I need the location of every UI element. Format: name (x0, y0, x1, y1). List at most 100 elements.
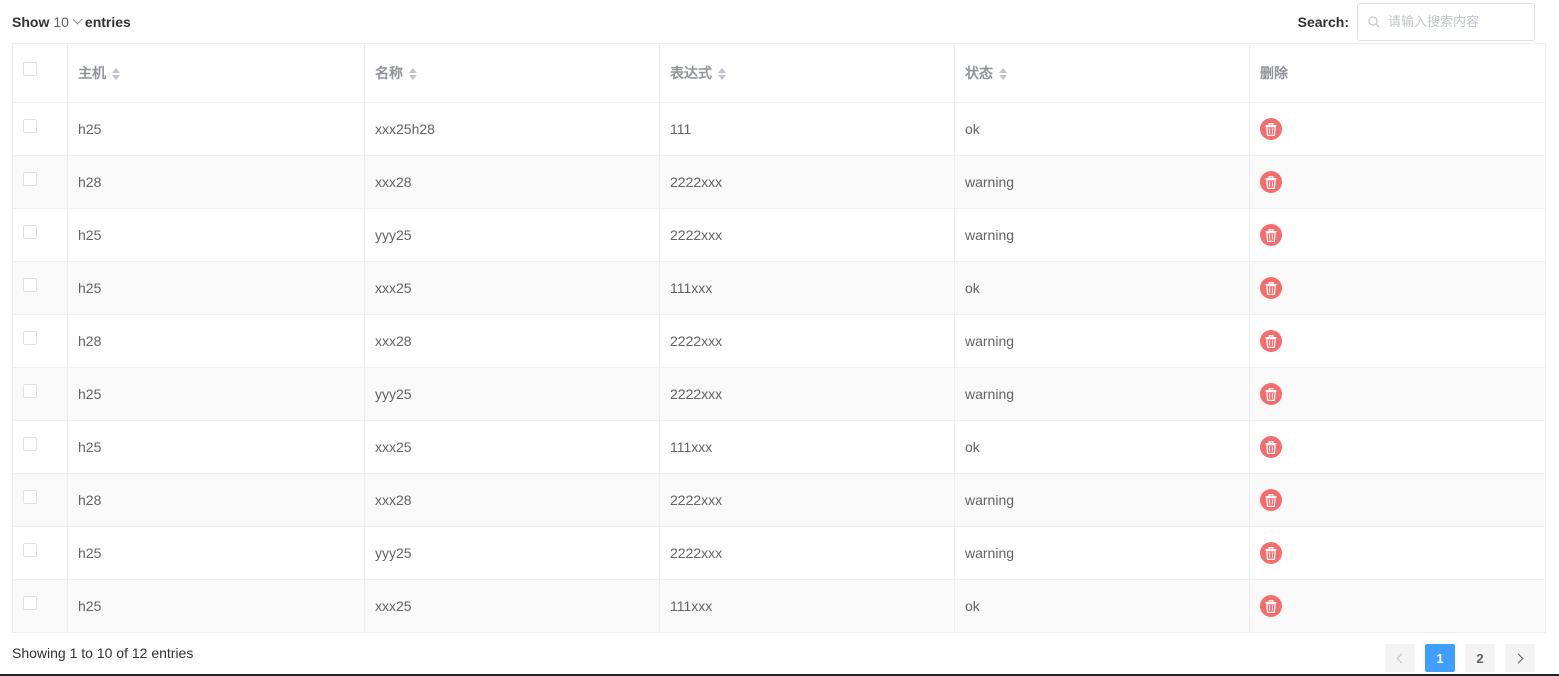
row-checkbox[interactable] (23, 119, 37, 134)
trash-icon (1265, 281, 1277, 295)
search-input[interactable] (1386, 13, 1530, 31)
table-row: h28 xxx28 2222xxx warning (12, 473, 1546, 527)
length-suffix: entries (84, 14, 131, 30)
page-button-2[interactable]: 2 (1465, 644, 1495, 672)
delete-cell (1249, 102, 1546, 156)
delete-cell (1249, 155, 1546, 209)
name-cell: xxx28 (364, 473, 660, 527)
status-cell: warning (954, 314, 1250, 368)
page-size-value: 10 (53, 14, 69, 30)
chevron-down-icon (72, 14, 83, 24)
expression-cell: 2222xxx (659, 526, 955, 580)
delete-button[interactable] (1260, 383, 1282, 405)
select-all-checkbox[interactable] (23, 62, 37, 76)
delete-cell (1249, 579, 1546, 633)
row-checkbox[interactable] (23, 384, 37, 399)
delete-cell (1249, 367, 1546, 421)
expression-cell: 2222xxx (659, 314, 955, 368)
prev-page-button[interactable] (1385, 644, 1415, 672)
name-cell: xxx25 (364, 420, 660, 474)
chevron-right-icon (1513, 653, 1524, 663)
status-cell: warning (954, 526, 1250, 580)
status-cell: warning (954, 155, 1250, 209)
row-checkbox[interactable] (23, 278, 37, 293)
row-select-cell (12, 155, 68, 209)
delete-button[interactable] (1260, 542, 1282, 564)
row-checkbox[interactable] (23, 225, 37, 240)
row-checkbox[interactable] (23, 437, 37, 452)
sort-icon[interactable] (718, 68, 726, 80)
sort-icon[interactable] (409, 68, 417, 80)
sort-icon[interactable] (112, 68, 120, 80)
table-row: h25 xxx25 111xxx ok (12, 420, 1546, 474)
status-cell: ok (954, 102, 1250, 156)
header-status[interactable]: 状态 (954, 43, 1250, 103)
trash-icon (1265, 546, 1277, 560)
chevron-left-icon (1396, 653, 1407, 663)
trash-icon (1265, 493, 1277, 507)
name-cell: xxx25 (364, 579, 660, 633)
sort-icon[interactable] (999, 68, 1007, 80)
search-box[interactable] (1357, 3, 1535, 41)
delete-button[interactable] (1260, 277, 1282, 299)
trash-icon (1265, 387, 1277, 401)
row-select-cell (12, 314, 68, 368)
length-menu: Show 10 entries (12, 14, 131, 30)
row-checkbox[interactable] (23, 490, 37, 505)
row-checkbox[interactable] (23, 543, 37, 558)
header-expression[interactable]: 表达式 (659, 43, 955, 103)
table-toolbar: Show 10 entries Search: (12, 0, 1535, 44)
name-cell: xxx25h28 (364, 102, 660, 156)
expression-cell: 2222xxx (659, 155, 955, 209)
name-cell: xxx28 (364, 314, 660, 368)
row-select-cell (12, 367, 68, 421)
header-host[interactable]: 主机 (67, 43, 365, 103)
expression-cell: 2222xxx (659, 208, 955, 262)
host-cell: h25 (67, 579, 365, 633)
page-button-1[interactable]: 1 (1425, 644, 1455, 672)
search-label: Search: (1297, 14, 1349, 30)
delete-button[interactable] (1260, 224, 1282, 246)
expression-cell: 2222xxx (659, 367, 955, 421)
delete-button[interactable] (1260, 171, 1282, 193)
table-row: h25 xxx25h28 111 ok (12, 102, 1546, 156)
expression-cell: 111xxx (659, 261, 955, 315)
status-cell: ok (954, 420, 1250, 474)
trash-icon (1265, 440, 1277, 454)
table-row: h28 xxx28 2222xxx warning (12, 155, 1546, 209)
header-host-label: 主机 (78, 66, 106, 82)
status-cell: warning (954, 473, 1250, 527)
name-cell: yyy25 (364, 526, 660, 580)
page-size-select[interactable]: 10 (53, 14, 83, 30)
trash-icon (1265, 122, 1277, 136)
name-cell: xxx28 (364, 155, 660, 209)
delete-button[interactable] (1260, 489, 1282, 511)
host-cell: h25 (67, 367, 365, 421)
delete-button[interactable] (1260, 595, 1282, 617)
row-checkbox[interactable] (23, 331, 37, 346)
status-cell: ok (954, 579, 1250, 633)
data-table: 主机 名称 表达式 状态 删除 h25 xxx25h28 111 ok h28 xxx28… (12, 43, 1546, 633)
row-select-cell (12, 261, 68, 315)
row-checkbox[interactable] (23, 596, 37, 611)
delete-cell (1249, 526, 1546, 580)
delete-button[interactable] (1260, 330, 1282, 352)
status-cell: warning (954, 367, 1250, 421)
host-cell: h25 (67, 102, 365, 156)
delete-button[interactable] (1260, 118, 1282, 140)
row-select-cell (12, 526, 68, 580)
host-cell: h25 (67, 208, 365, 262)
header-delete: 删除 (1249, 43, 1546, 103)
header-expression-label: 表达式 (670, 66, 712, 82)
name-cell: yyy25 (364, 208, 660, 262)
table-row: h25 xxx25 111xxx ok (12, 261, 1546, 315)
header-name[interactable]: 名称 (364, 43, 660, 103)
row-select-cell (12, 579, 68, 633)
delete-button[interactable] (1260, 436, 1282, 458)
host-cell: h28 (67, 155, 365, 209)
search-group: Search: (1298, 3, 1535, 41)
next-page-button[interactable] (1505, 644, 1535, 672)
host-cell: h28 (67, 473, 365, 527)
row-checkbox[interactable] (23, 172, 37, 187)
delete-cell (1249, 261, 1546, 315)
